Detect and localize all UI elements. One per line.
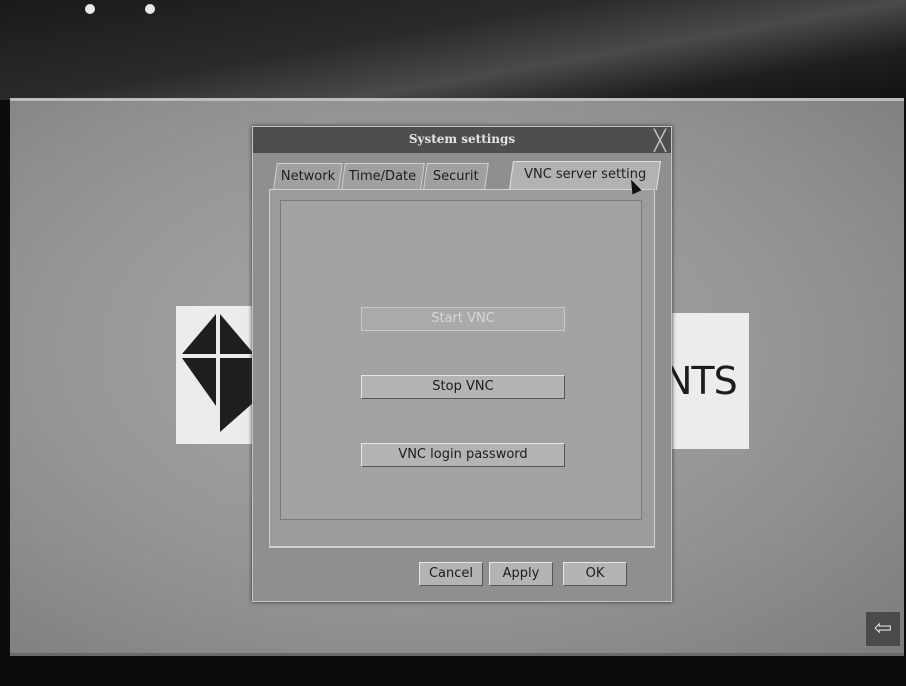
settings-tabs: Network Time/Date Securit VNC server set… xyxy=(267,161,662,191)
stop-vnc-button[interactable]: Stop VNC xyxy=(361,375,565,399)
bezel-light xyxy=(145,4,155,14)
dialog-footer: Cancel Apply OK xyxy=(253,547,671,601)
vnc-settings-group: Start VNC Stop VNC VNC login password xyxy=(280,200,642,520)
start-vnc-button[interactable]: Start VNC xyxy=(361,307,565,331)
cancel-button[interactable]: Cancel xyxy=(419,562,483,586)
company-logo-text: NTS xyxy=(664,313,749,449)
arrow-left-icon[interactable]: ⇦ xyxy=(866,612,900,646)
footer-divider xyxy=(269,547,655,548)
tab-time-date[interactable]: Time/Date xyxy=(341,163,425,189)
close-icon[interactable]: ╳ xyxy=(649,130,671,150)
monitor-bezel xyxy=(0,0,906,100)
system-settings-dialog: System settings ╳ Network Time/Date Secu… xyxy=(252,126,672,602)
apply-button[interactable]: Apply xyxy=(489,562,553,586)
bezel-light xyxy=(85,4,95,14)
tab-network[interactable]: Network xyxy=(273,163,343,189)
ok-button[interactable]: OK xyxy=(563,562,627,586)
tab-security[interactable]: Securit xyxy=(423,163,489,189)
dialog-titlebar[interactable]: System settings ╳ xyxy=(253,127,671,153)
vnc-login-password-button[interactable]: VNC login password xyxy=(361,443,565,467)
dialog-title: System settings xyxy=(408,132,516,146)
vnc-settings-panel: Start VNC Stop VNC VNC login password xyxy=(269,189,655,547)
